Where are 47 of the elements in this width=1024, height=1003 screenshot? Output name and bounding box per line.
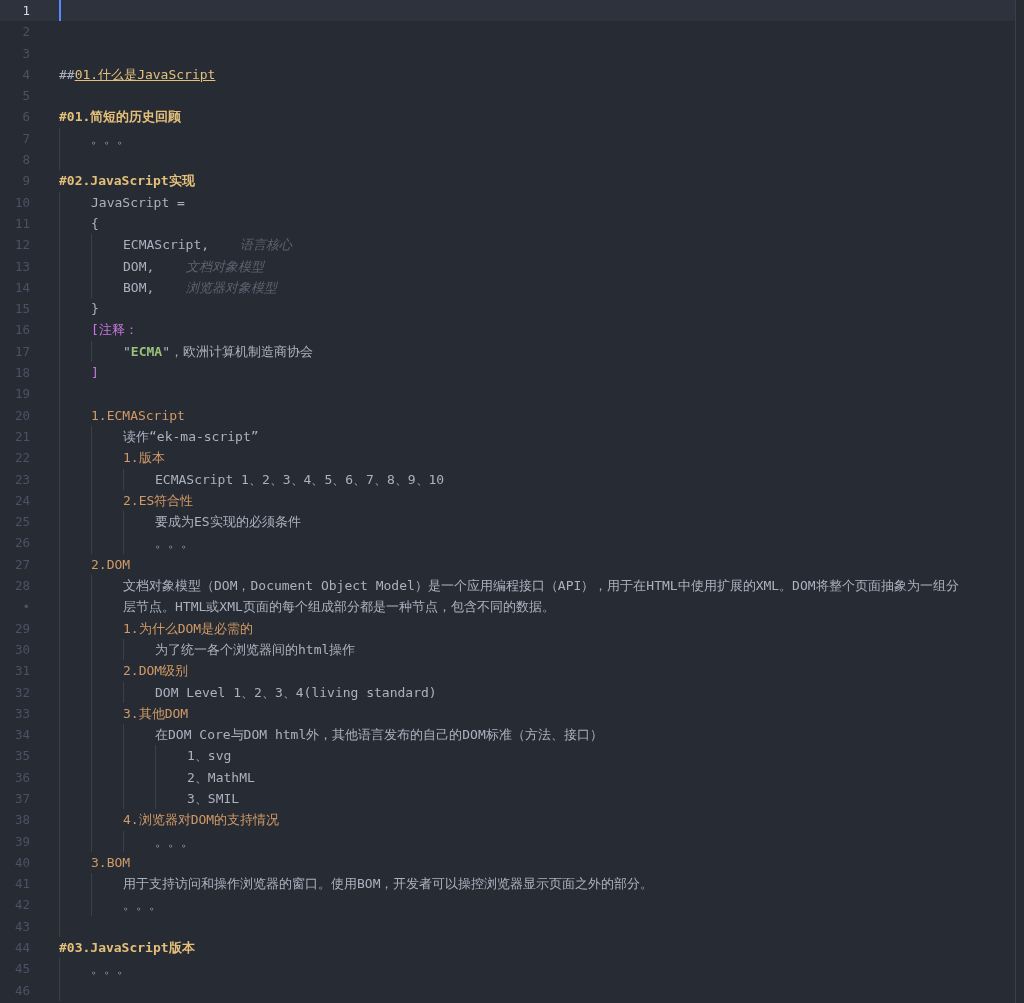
code-text: BOM, [123,278,155,297]
code-text: 要成为ES实现的必须条件 [155,513,301,532]
code-comment: 浏览器对象模型 [185,278,277,297]
code-text: DOM Level 1、2、3、4(living standard) [155,683,437,702]
code-text: 。。。 [155,534,194,553]
heading-link[interactable]: 01.什么是JavaScript [74,63,216,86]
code-text: 用于支持访问和操作浏览器的窗口。使用BOM，开发者可以操控浏览器显示页面之外的部分。 [123,875,654,894]
code-text: ECMAScript 1、2、3、4、5、6、7、8、9、10 [155,470,445,489]
code-text: { [91,214,99,233]
code-text: DOM, [123,257,155,276]
code-text: 2、MathML [187,768,255,787]
code-text: 。。。 [123,896,162,915]
code-text: 层节点。HTML或XML页面的每个组成部分都是一种节点，包含不同的数据。 [123,598,555,617]
line-number: 1 [21,2,30,20]
code-text: ECMA [130,342,163,361]
code-text: 2.DOM级别 [123,662,189,681]
code-text: ## [59,65,75,84]
code-text: 1.ECMAScript [91,406,185,425]
code-text: JavaScript = [91,193,185,212]
code-text: 在DOM Core与DOM html外，其他语言发布的自己的DOM标准（方法、接口） [155,726,603,745]
code-text: 1.版本 [123,449,165,468]
code-text: 读作“ek-ma-script” [123,427,259,446]
code-text: 。。。 [155,832,194,851]
code-text: } [91,300,99,319]
code-text: 为了统一各个浏览器间的html操作 [155,640,356,659]
code-text: ECMAScript, [123,236,210,255]
code-text: 3.其他DOM [123,704,189,723]
code-text: #02.JavaScript实现 [59,172,195,191]
code-text: "，欧洲计算机制造商协会 [162,342,313,361]
code-comment: 文档对象模型 [185,257,264,276]
code-text: 4.浏览器对DOM的支持情况 [123,811,280,830]
code-text: 1、svg [187,747,232,766]
text-cursor [59,0,61,22]
code-text: 。。。 [91,129,130,148]
wrap-marker: • [21,598,30,617]
code-text: 2.DOM [91,555,131,574]
code-text: 文档对象模型（DOM，Document Object Model）是一个应用编程接口（API），用于在HTML中使用扩展的XML。DOM将整个页面抽象为一组分 [123,577,959,595]
code-text: " [123,342,131,361]
code-text: [注释： [91,321,138,340]
code-text: ] [91,364,99,383]
code-text: #01.简短的历史回顾 [59,108,182,127]
code-text: 1.为什么DOM是必需的 [123,619,254,638]
code-text: 2.ES符合性 [123,491,194,510]
code-text: 3.BOM [91,853,131,872]
code-text: #03.JavaScript版本 [59,939,195,958]
code-text: 3、SMIL [187,790,240,808]
code-text: 。。。 [91,960,130,979]
